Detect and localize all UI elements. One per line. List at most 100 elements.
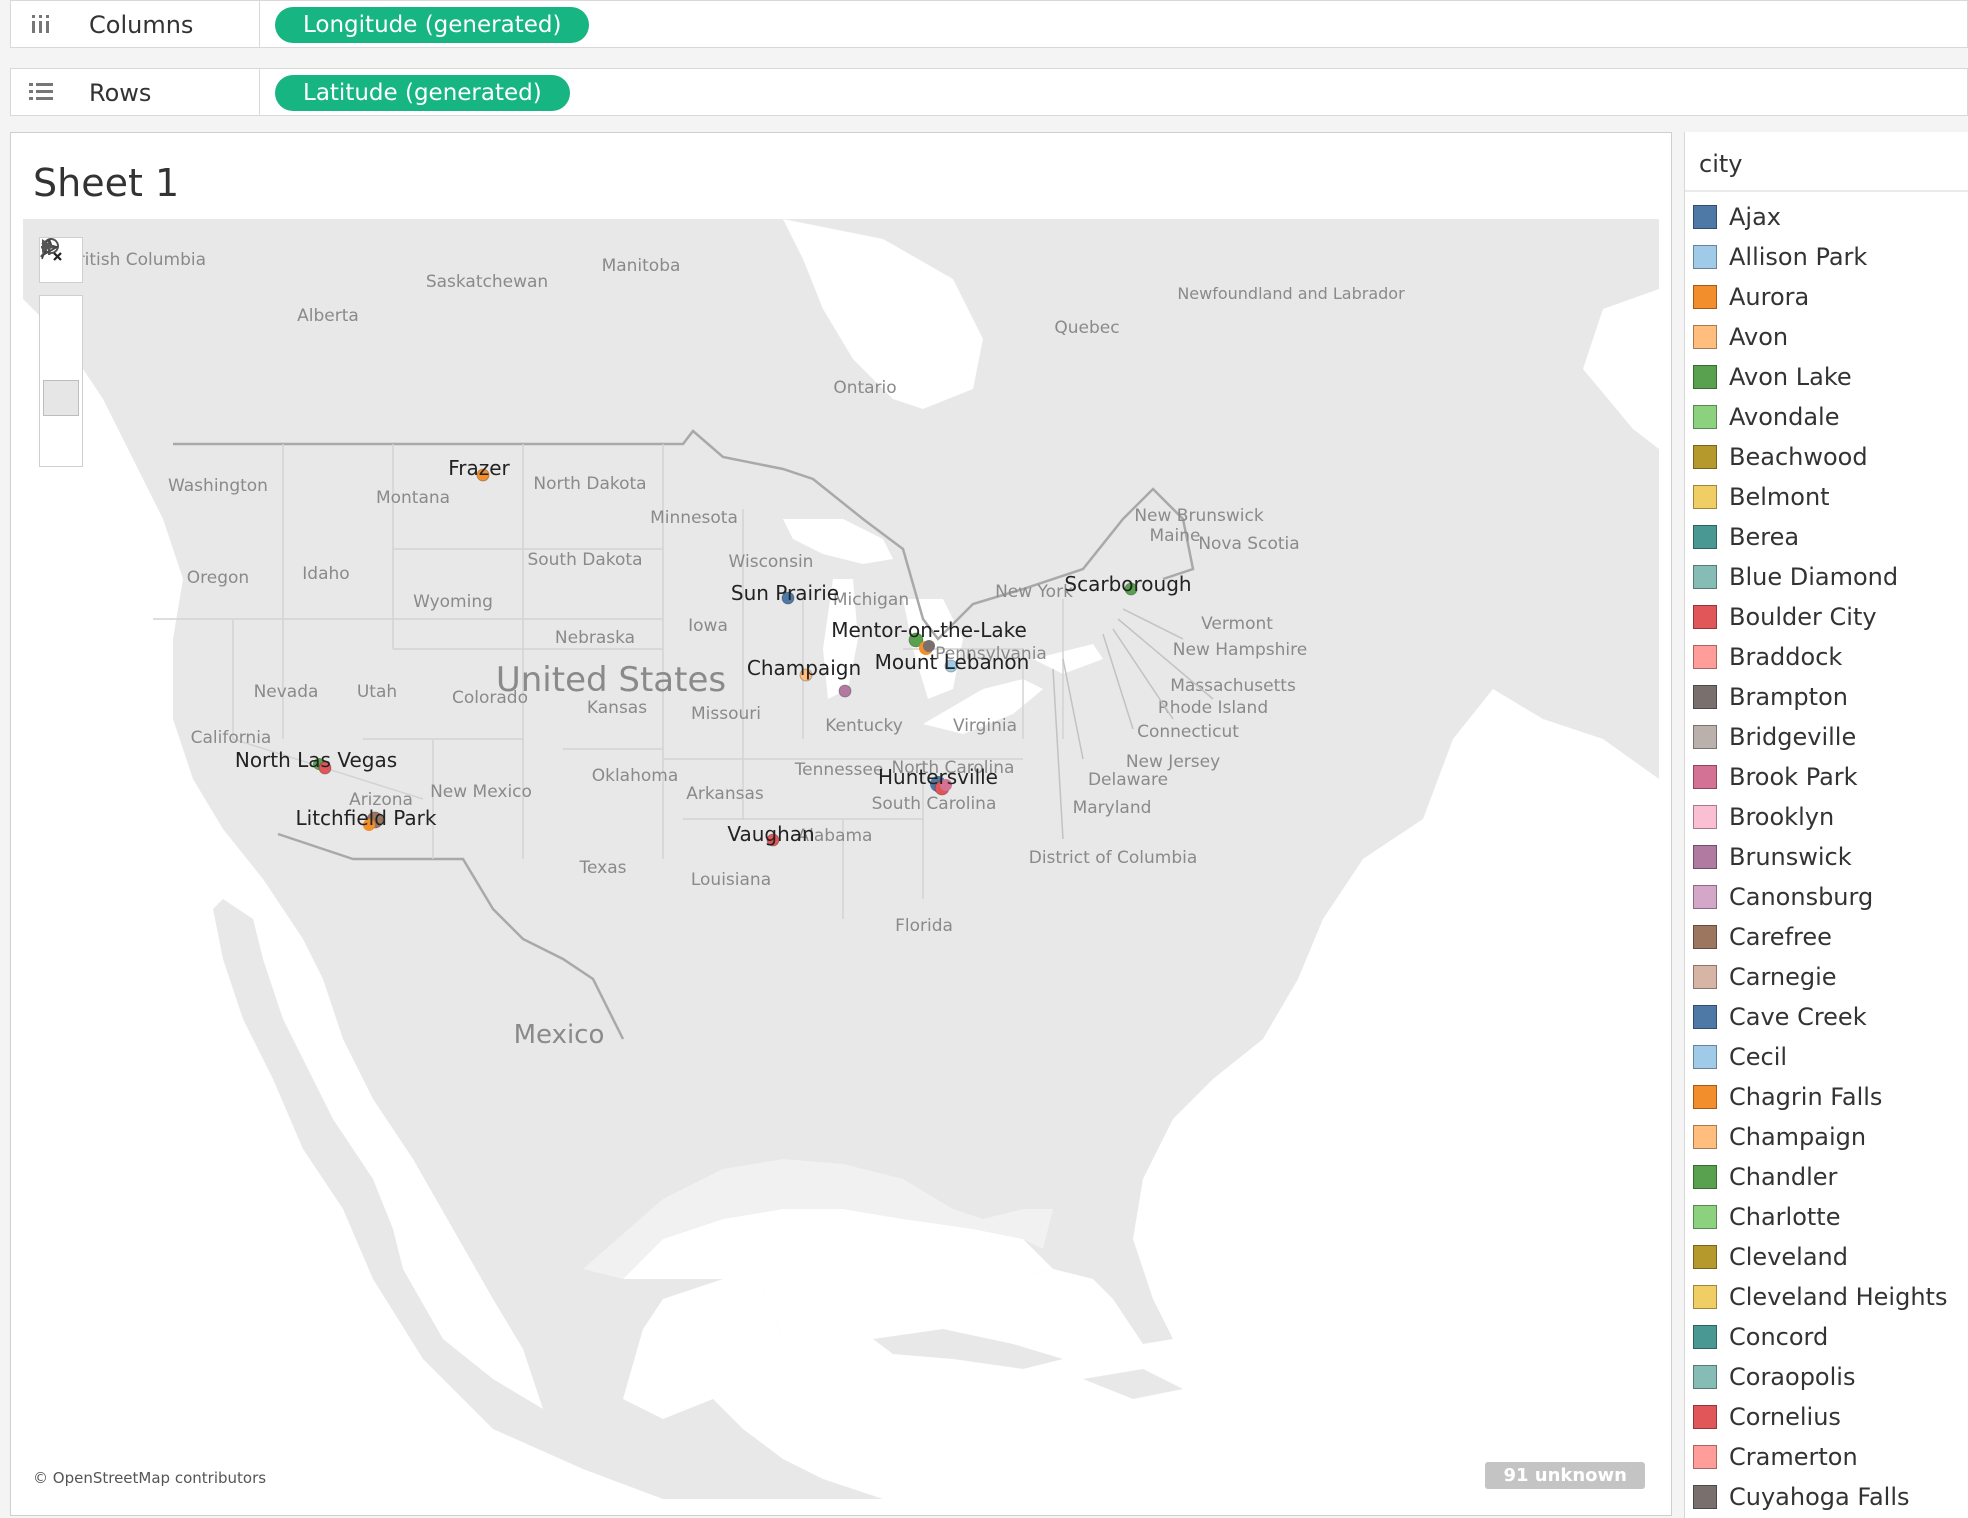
zoom-in-button[interactable]: [40, 239, 82, 336]
legend-swatch: [1693, 885, 1717, 909]
legend-swatch: [1693, 805, 1717, 829]
legend-swatch: [1693, 1245, 1717, 1269]
legend-item[interactable]: Cleveland: [1693, 1237, 1968, 1277]
legend-label: Brooklyn: [1729, 803, 1835, 831]
legend-label: Carnegie: [1729, 963, 1837, 991]
legend-item[interactable]: Coraopolis: [1693, 1357, 1968, 1397]
legend-item[interactable]: Brunswick: [1693, 837, 1968, 877]
legend-item[interactable]: Cleveland Heights: [1693, 1277, 1968, 1317]
rows-shelf: Rows Latitude (generated): [10, 68, 1968, 116]
legend-label: Bridgeville: [1729, 723, 1857, 751]
legend-swatch: [1693, 1005, 1717, 1029]
svg-text:Huntersville: Huntersville: [878, 765, 998, 789]
legend-item[interactable]: Ajax: [1693, 197, 1968, 237]
legend-label: Blue Diamond: [1729, 563, 1899, 591]
legend-swatch: [1693, 1365, 1717, 1389]
legend-swatch: [1693, 285, 1717, 309]
unlabeled-city-marker[interactable]: [838, 684, 852, 698]
legend-item[interactable]: Carnegie: [1693, 957, 1968, 997]
legend-label: Champaign: [1729, 1123, 1867, 1151]
legend-item[interactable]: Avon Lake: [1693, 357, 1968, 397]
legend-item[interactable]: Champaign: [1693, 1117, 1968, 1157]
legend-item[interactable]: Aurora: [1693, 277, 1968, 317]
legend-item[interactable]: Cramerton: [1693, 1437, 1968, 1477]
expand-toolbar-button[interactable]: [40, 239, 82, 460]
legend-item[interactable]: Avondale: [1693, 397, 1968, 437]
legend-swatch: [1693, 525, 1717, 549]
city-marker[interactable]: Mount Lebanon: [875, 650, 1030, 674]
svg-text:Frazer: Frazer: [448, 456, 510, 480]
legend-swatch: [1693, 1285, 1717, 1309]
legend-item[interactable]: Cornelius: [1693, 1397, 1968, 1437]
legend-item[interactable]: Bridgeville: [1693, 717, 1968, 757]
legend-item[interactable]: Berea: [1693, 517, 1968, 557]
city-marker[interactable]: Champaign: [747, 656, 861, 682]
columns-label: Columns: [89, 11, 194, 39]
legend-item[interactable]: Chandler: [1693, 1157, 1968, 1197]
legend-label: Cleveland Heights: [1729, 1283, 1948, 1311]
legend-item[interactable]: Cave Creek: [1693, 997, 1968, 1037]
legend-swatch: [1693, 565, 1717, 589]
legend-label: Charlotte: [1729, 1203, 1841, 1231]
legend-label: Cave Creek: [1729, 1003, 1867, 1031]
map-attribution[interactable]: © OpenStreetMap contributors: [33, 1469, 266, 1487]
legend-swatch: [1693, 445, 1717, 469]
legend-list: Ajax Allison Park Aurora Avon Avon Lake Avond…: [1693, 197, 1968, 1517]
svg-text:Mount Lebanon: Mount Lebanon: [875, 650, 1030, 674]
map-toolbar: [39, 237, 95, 467]
legend-label: Cornelius: [1729, 1403, 1841, 1431]
legend-label: Avon Lake: [1729, 363, 1852, 391]
legend-label: Cramerton: [1729, 1443, 1858, 1471]
city-marker[interactable]: Vaughan: [727, 822, 815, 847]
legend-label: Allison Park: [1729, 243, 1868, 271]
rows-label: Rows: [89, 79, 152, 107]
city-marker[interactable]: Litchfield Park: [296, 806, 437, 831]
legend-label: Beachwood: [1729, 443, 1868, 471]
legend-item[interactable]: Canonsburg: [1693, 877, 1968, 917]
legend-item[interactable]: Allison Park: [1693, 237, 1968, 277]
legend-item[interactable]: Braddock: [1693, 637, 1968, 677]
legend-item[interactable]: Avon: [1693, 317, 1968, 357]
legend-swatch: [1693, 1125, 1717, 1149]
sheet-title: Sheet 1: [33, 161, 180, 205]
city-marker[interactable]: North Las Vegas: [235, 748, 397, 775]
svg-text:Sun Prairie: Sun Prairie: [731, 581, 839, 605]
legend-item[interactable]: Cuyahoga Falls: [1693, 1477, 1968, 1517]
legend-swatch: [1693, 325, 1717, 349]
city-marker[interactable]: Huntersville: [878, 765, 998, 796]
legend-swatch: [1693, 1405, 1717, 1429]
legend-swatch: [1693, 1205, 1717, 1229]
legend-item[interactable]: Beachwood: [1693, 437, 1968, 477]
legend-swatch: [1693, 365, 1717, 389]
legend-item[interactable]: Carefree: [1693, 917, 1968, 957]
legend-label: Chandler: [1729, 1163, 1838, 1191]
svg-text:Litchfield Park: Litchfield Park: [296, 806, 437, 830]
legend-item[interactable]: Boulder City: [1693, 597, 1968, 637]
legend-swatch: [1693, 1085, 1717, 1109]
city-marker[interactable]: Scarborough: [1064, 572, 1191, 596]
legend-item[interactable]: Brook Park: [1693, 757, 1968, 797]
legend-item[interactable]: Cecil: [1693, 1037, 1968, 1077]
zoom-out-button[interactable]: [40, 246, 82, 376]
reset-pin-button[interactable]: [41, 238, 79, 416]
legend-swatch: [1693, 405, 1717, 429]
legend-item[interactable]: Blue Diamond: [1693, 557, 1968, 597]
legend-item[interactable]: Charlotte: [1693, 1197, 1968, 1237]
map-view[interactable]: British Columbia Alberta Saskatchewan Ma…: [23, 219, 1659, 1499]
legend-label: Ajax: [1729, 203, 1781, 231]
legend-item[interactable]: Belmont: [1693, 477, 1968, 517]
columns-shelf: Columns Longitude (generated): [10, 0, 1968, 48]
city-marker[interactable]: Frazer: [448, 456, 511, 482]
unknown-indicator[interactable]: 91 unknown: [1485, 1462, 1645, 1489]
legend-item[interactable]: Brooklyn: [1693, 797, 1968, 837]
legend-item[interactable]: Chagrin Falls: [1693, 1077, 1968, 1117]
city-marker[interactable]: Sun Prairie: [731, 581, 839, 605]
latitude-pill[interactable]: Latitude (generated): [275, 75, 570, 111]
legend-swatch: [1693, 845, 1717, 869]
svg-text:Champaign: Champaign: [747, 656, 861, 680]
legend-label: Berea: [1729, 523, 1800, 551]
legend-item[interactable]: Concord: [1693, 1317, 1968, 1357]
legend-item[interactable]: Brampton: [1693, 677, 1968, 717]
longitude-pill[interactable]: Longitude (generated): [275, 7, 590, 43]
legend-label: Boulder City: [1729, 603, 1877, 631]
